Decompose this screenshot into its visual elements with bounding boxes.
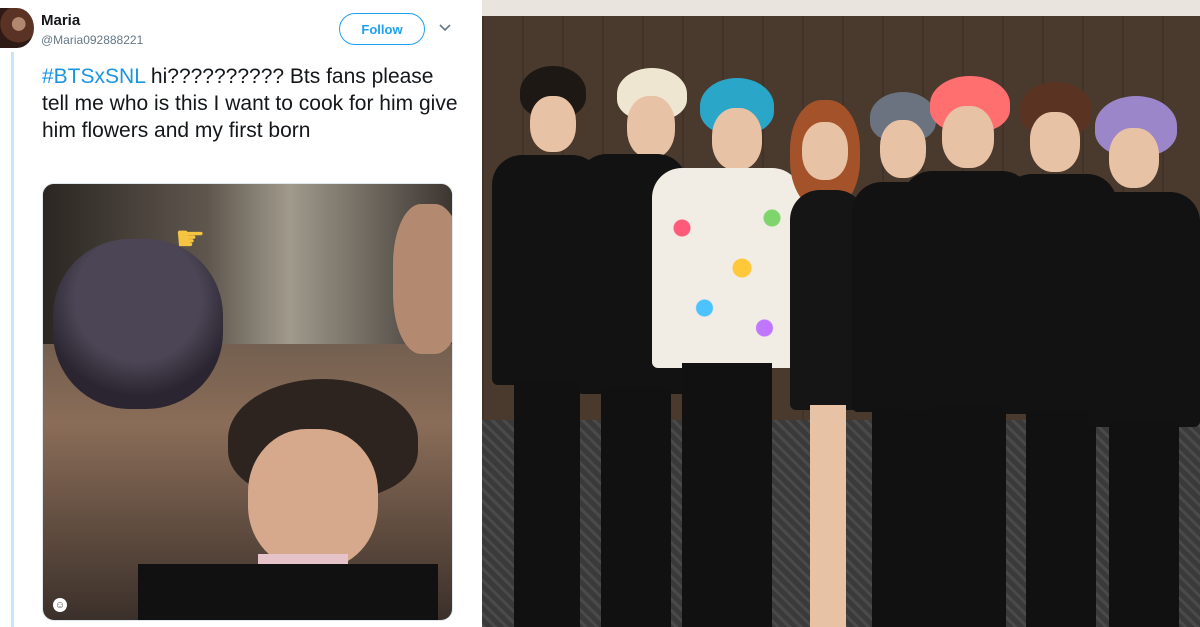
person-face xyxy=(802,122,848,180)
person-legs xyxy=(810,405,846,627)
person-face xyxy=(1109,128,1159,188)
pointing-hand-icon: ☛ xyxy=(175,220,206,258)
media-person-right xyxy=(393,204,452,354)
avatar[interactable] xyxy=(0,8,34,48)
person-legs xyxy=(1026,410,1096,627)
person-face xyxy=(1030,112,1080,172)
person-body xyxy=(1087,192,1200,427)
tweet-text: #BTSxSNL hi?????????? Bts fans please te… xyxy=(42,63,462,144)
display-name[interactable]: Maria xyxy=(41,12,80,29)
chevron-down-icon[interactable] xyxy=(437,20,453,36)
person-floral-shirt xyxy=(652,168,802,368)
hashtag-link[interactable]: #BTSxSNL xyxy=(42,65,145,88)
person-legs xyxy=(514,380,580,627)
person-3 xyxy=(652,78,802,627)
tweet-media-gif[interactable]: ☛ ☺ xyxy=(42,183,453,621)
group-photo xyxy=(482,0,1200,627)
person-face xyxy=(530,96,576,152)
person-legs xyxy=(682,363,772,627)
person-8 xyxy=(1087,96,1200,627)
user-handle[interactable]: @Maria092888221 xyxy=(41,33,143,47)
follow-button[interactable]: Follow xyxy=(339,13,425,45)
person-legs xyxy=(930,406,1006,627)
tweet-card: Maria @Maria092888221 Follow #BTSxSNL hi… xyxy=(0,0,482,627)
media-person-jacket xyxy=(138,564,438,620)
smiley-icon[interactable]: ☺ xyxy=(53,598,67,612)
person-legs xyxy=(1109,421,1179,627)
thread-line xyxy=(11,52,14,627)
person-face xyxy=(712,108,762,170)
media-person-face xyxy=(248,429,378,569)
person-face xyxy=(942,106,994,168)
media-person-left xyxy=(53,239,223,409)
